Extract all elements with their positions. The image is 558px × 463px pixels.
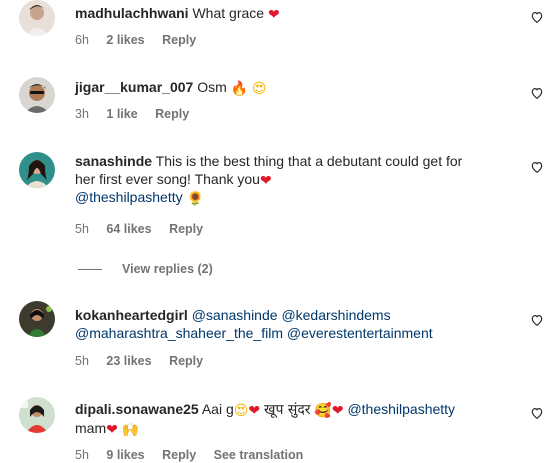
like-heart-icon[interactable] — [530, 86, 544, 100]
comment-text: Aai g — [201, 401, 234, 417]
heart-emoji: ❤ — [248, 403, 261, 419]
reply-button[interactable]: Reply — [169, 354, 203, 368]
like-heart-icon[interactable] — [530, 313, 544, 327]
comment-likes[interactable]: 23 likes — [106, 354, 151, 368]
reply-button[interactable]: Reply — [169, 222, 203, 236]
mention-link[interactable]: @kedarshindems — [281, 307, 390, 323]
comment-likes[interactable]: 9 likes — [106, 448, 144, 462]
heart-emoji: ❤ — [331, 403, 344, 419]
comment-likes[interactable]: 1 like — [106, 107, 137, 121]
reply-button[interactable]: Reply — [162, 448, 196, 462]
view-replies-label[interactable]: View replies (2) — [122, 262, 213, 276]
comment-username[interactable]: jigar__kumar_007 — [75, 79, 193, 95]
comment-likes[interactable]: 64 likes — [106, 222, 151, 236]
heart-eyes-emoji: 😍 — [251, 81, 267, 97]
mention-link[interactable]: @theshilpashetty — [75, 189, 183, 205]
comment-likes[interactable]: 2 likes — [106, 33, 144, 47]
mention-link[interactable]: @everestentertainment — [287, 325, 433, 341]
comment-meta: 3h 1 like Reply — [75, 107, 203, 121]
comment-meta: 5h 23 likes Reply — [75, 354, 217, 368]
comment-username[interactable]: kokanheartedgirl — [75, 307, 188, 323]
comment-username[interactable]: dipali.sonawane25 — [75, 401, 199, 417]
mention-link[interactable]: @maharashtra_shaheer_the_film — [75, 325, 283, 341]
reply-button[interactable]: Reply — [155, 107, 189, 121]
comment-text-line2: mam — [75, 420, 107, 436]
view-replies-button[interactable]: View replies (2) — [78, 262, 213, 276]
like-heart-icon[interactable] — [530, 160, 544, 174]
comment-meta: 6h 2 likes Reply — [75, 33, 210, 47]
heart-emoji: ❤ — [267, 7, 280, 23]
heart-eyes-emoji: 😍 — [233, 403, 249, 419]
reply-button[interactable]: Reply — [162, 33, 196, 47]
comment-text-line2: her first ever song! Thank you — [75, 171, 260, 187]
comment-time: 5h — [75, 222, 89, 236]
fire-emoji: 🔥 — [230, 81, 249, 97]
avatar[interactable] — [19, 397, 55, 433]
comment-text-marathi: खूप सुंदर — [264, 402, 311, 418]
raising-hands-emoji: 🙌 — [121, 422, 140, 438]
avatar[interactable] — [19, 77, 55, 113]
comment-time: 3h — [75, 107, 89, 121]
mention-link[interactable]: @theshilpashetty — [347, 401, 455, 417]
see-translation-button[interactable]: See translation — [214, 448, 304, 462]
comment-time: 5h — [75, 354, 89, 368]
heart-emoji: ❤ — [259, 173, 272, 189]
sunflower-emoji: 🌻 — [186, 191, 204, 207]
comment-time: 6h — [75, 33, 89, 47]
smiling-hearts-emoji: 🥰 — [314, 403, 332, 419]
comment-text: Osm — [197, 79, 227, 95]
comment-text: What grace — [192, 5, 265, 21]
mention-link[interactable]: @sanashinde — [192, 307, 278, 323]
divider-line — [78, 268, 102, 270]
heart-emoji: ❤ — [106, 422, 118, 438]
avatar[interactable] — [19, 152, 55, 188]
like-heart-icon[interactable] — [530, 10, 544, 24]
like-heart-icon[interactable] — [530, 406, 544, 420]
avatar[interactable] — [19, 0, 55, 36]
comment-meta: 5h 64 likes Reply — [75, 222, 217, 236]
comment-meta: 5h 9 likes Reply See translation — [75, 448, 317, 462]
comment-text: This is the best thing that a debutant c… — [155, 153, 463, 169]
avatar[interactable] — [19, 301, 55, 337]
comment-time: 5h — [75, 448, 89, 462]
comment-username[interactable]: sanashinde — [75, 153, 152, 169]
comment-username[interactable]: madhulachhwani — [75, 5, 189, 21]
